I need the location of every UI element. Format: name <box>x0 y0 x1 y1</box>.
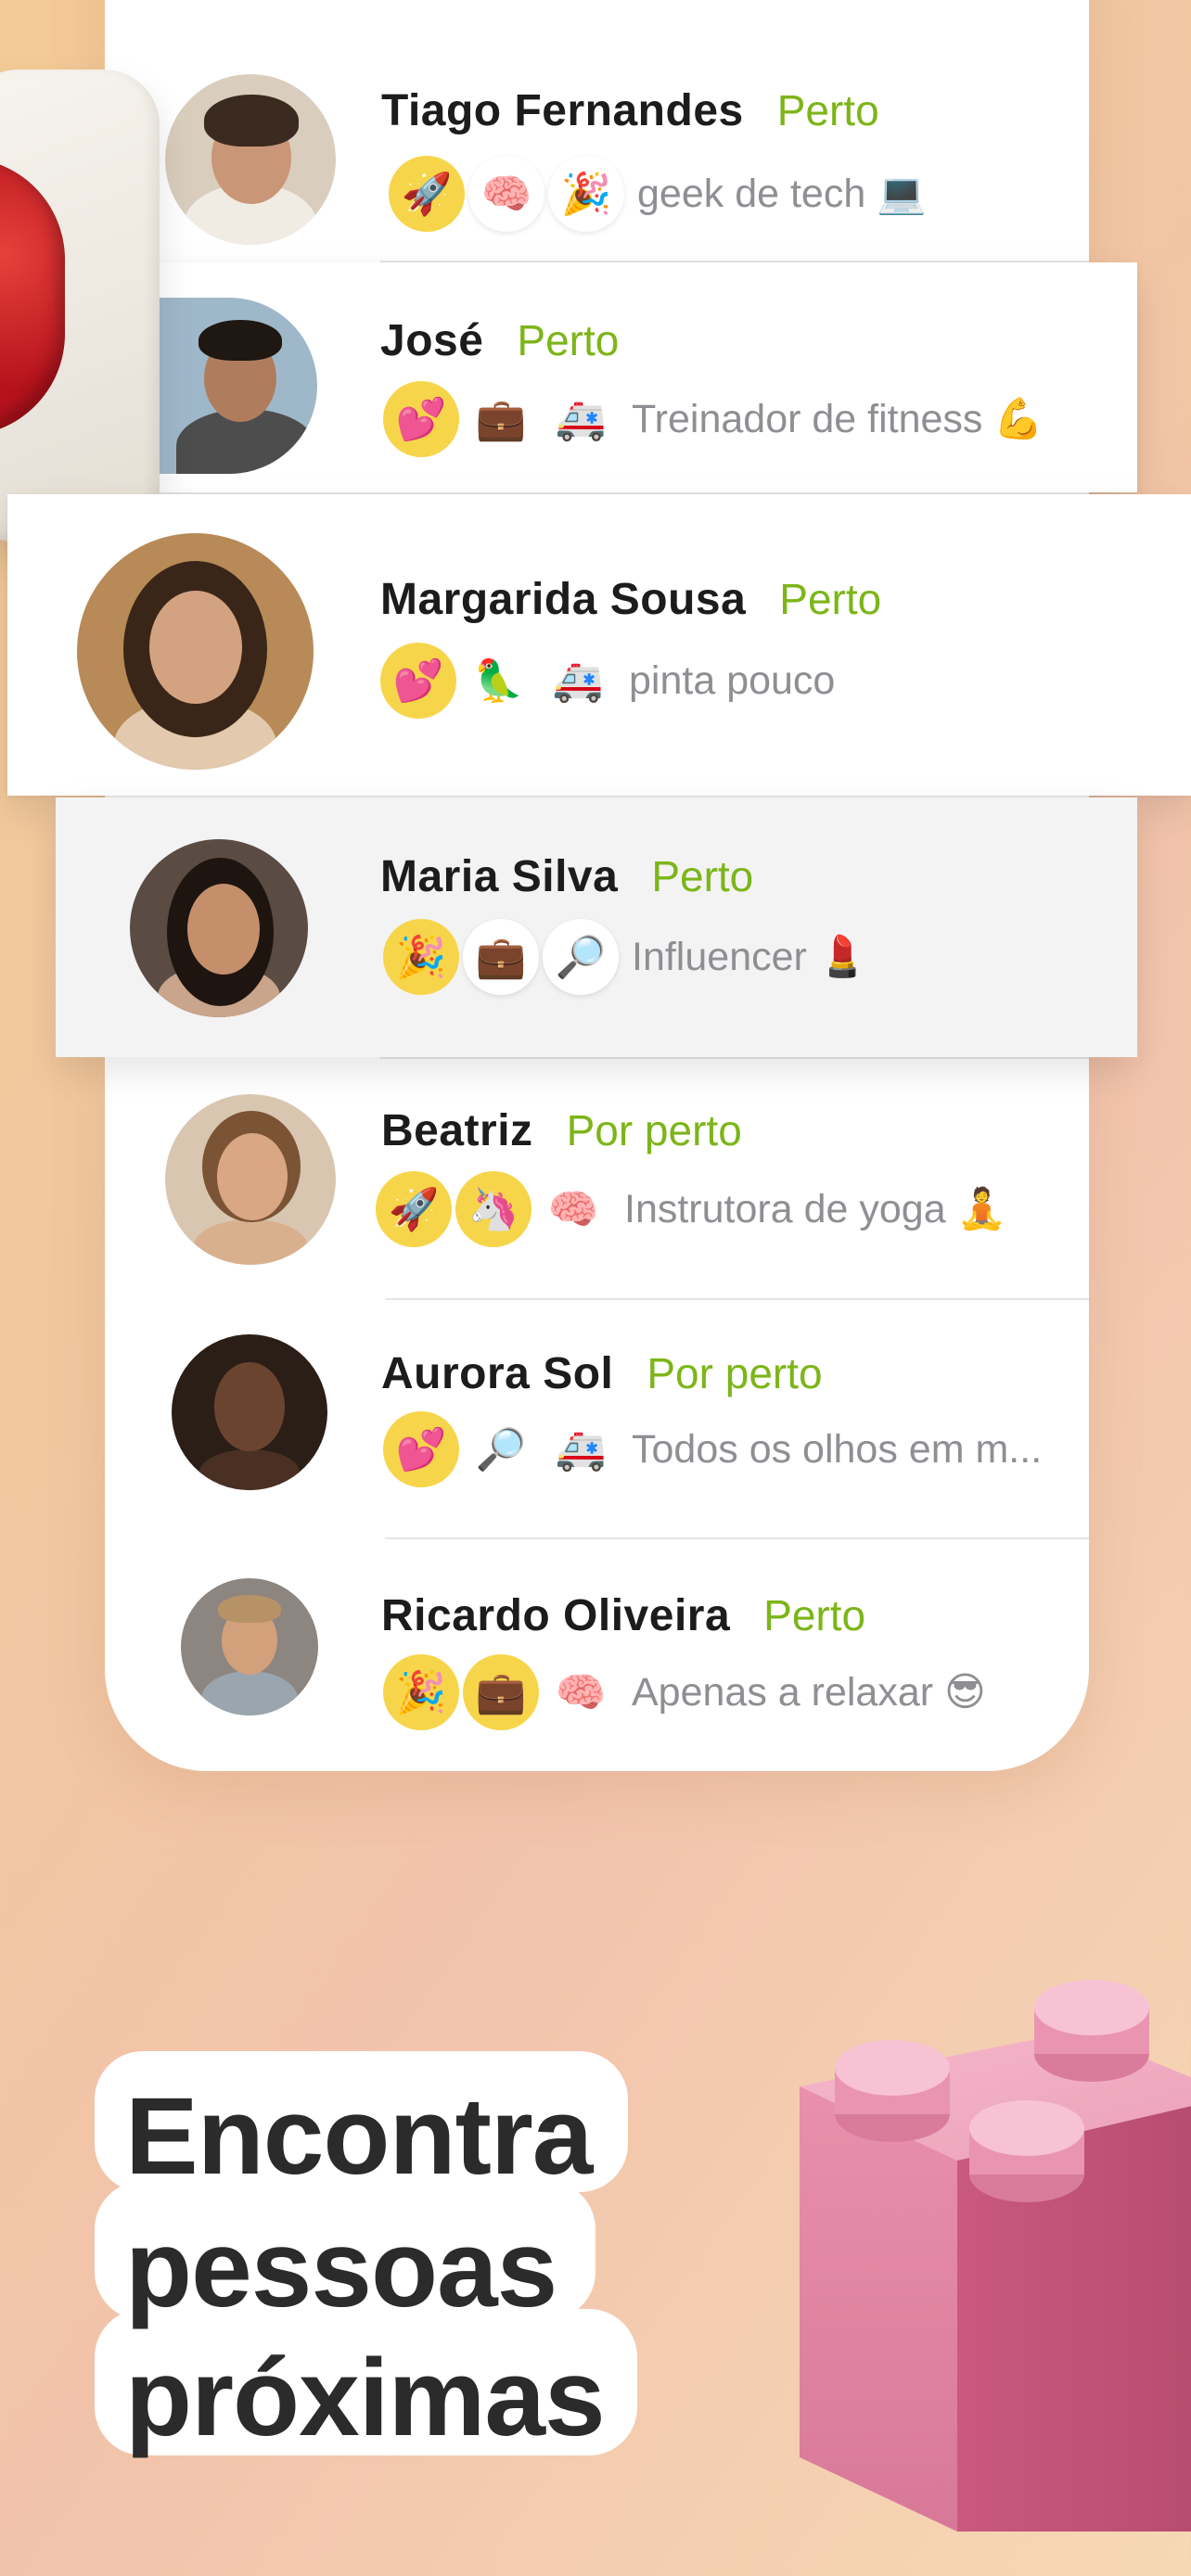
brain-icon: 🧠 <box>468 156 544 232</box>
profile-name: Margarida Sousa <box>380 575 747 624</box>
avatar <box>130 839 308 1017</box>
hearts-icon: 💕 <box>383 381 459 457</box>
list-item[interactable]: Beatriz Por perto 🚀 🦄 🧠 Instrutora de yog… <box>105 1059 1089 1298</box>
lego-brick-illustration <box>800 1980 1191 2531</box>
profile-bio: pinta pouco <box>629 657 836 703</box>
brain-icon: 🧠 <box>555 1670 607 1715</box>
hearts-icon: 💕 <box>383 1411 459 1487</box>
headline-line: pessoas <box>125 2208 557 2330</box>
profile-name: Aurora Sol <box>381 1349 614 1398</box>
distance-status: Perto <box>651 852 754 900</box>
profile-bio: Apenas a relaxar 😎 <box>632 1670 986 1715</box>
unicorn-icon: 🦄 <box>455 1171 531 1247</box>
party-popper-icon: 🎉 <box>548 156 624 232</box>
like-button[interactable] <box>0 70 160 542</box>
list-item[interactable]: Tiago Fernandes Perto 🚀 🧠 🎉 geek de tech … <box>105 0 1089 261</box>
distance-status: Por perto <box>566 1106 742 1154</box>
distance-status: Perto <box>776 86 879 134</box>
rocket-icon: 🚀 <box>376 1171 452 1247</box>
distance-status: Por perto <box>647 1349 823 1397</box>
party-popper-icon: 🎉 <box>383 1654 459 1730</box>
avatar <box>165 1094 336 1265</box>
briefcase-icon: 💼 <box>463 1654 539 1730</box>
profile-name: Maria Silva <box>380 852 619 901</box>
rocket-icon: 🚀 <box>389 156 465 232</box>
briefcase-icon: 💼 <box>475 397 527 442</box>
party-popper-icon: 🎉 <box>383 919 459 995</box>
profile-bio: geek de tech 💻 <box>637 172 927 216</box>
list-item[interactable]: Ricardo Oliveira Perto 🎉 💼 🧠 Apenas a rel… <box>105 1539 1089 1771</box>
profile-name: Tiago Fernandes <box>381 86 744 135</box>
profile-name: Beatriz <box>381 1106 533 1155</box>
parrot-icon: 🦜 <box>472 658 524 704</box>
avatar <box>158 298 317 474</box>
hearts-icon: 💕 <box>380 643 456 719</box>
profile-name: Ricardo Oliveira <box>381 1591 731 1640</box>
magnifier-icon: 🔎 <box>543 919 619 995</box>
heart-icon <box>0 158 65 436</box>
profile-bio: Treinador de fitness 💪 <box>632 397 1044 441</box>
brain-icon: 🧠 <box>547 1187 599 1232</box>
avatar <box>165 74 336 245</box>
distance-status: Perto <box>779 575 882 623</box>
briefcase-icon: 💼 <box>463 919 539 995</box>
profile-name: José <box>380 316 484 365</box>
ambulance-icon: 🚑 <box>555 397 607 442</box>
list-item[interactable]: José Perto 💕 💼 🚑 Treinador de fitness 💪 <box>148 262 1137 492</box>
avatar <box>172 1334 327 1490</box>
list-item[interactable]: Margarida Sousa Perto 💕 🦜 🚑 pinta pouco <box>7 494 1191 796</box>
headline-line: Encontra <box>125 2075 593 2198</box>
distance-status: Perto <box>517 316 620 364</box>
ambulance-icon: 🚑 <box>555 1427 607 1473</box>
avatar <box>181 1578 318 1715</box>
distance-status: Perto <box>763 1591 866 1639</box>
profile-bio: Influencer 💄 <box>632 935 868 979</box>
headline-line: próximas <box>125 2337 606 2459</box>
list-item[interactable]: Aurora Sol Por perto 💕 🔎 🚑 Todos os olhos… <box>105 1300 1089 1537</box>
list-item[interactable]: Maria Silva Perto 🎉 💼 🔎 Influencer 💄 <box>56 797 1137 1057</box>
magnifier-icon: 🔎 <box>475 1427 527 1473</box>
profile-bio: Instrutora de yoga 🧘 <box>624 1187 1007 1231</box>
avatar <box>77 533 314 770</box>
ambulance-icon: 🚑 <box>552 658 604 704</box>
profile-bio: Todos os olhos em m... <box>632 1426 1043 1472</box>
